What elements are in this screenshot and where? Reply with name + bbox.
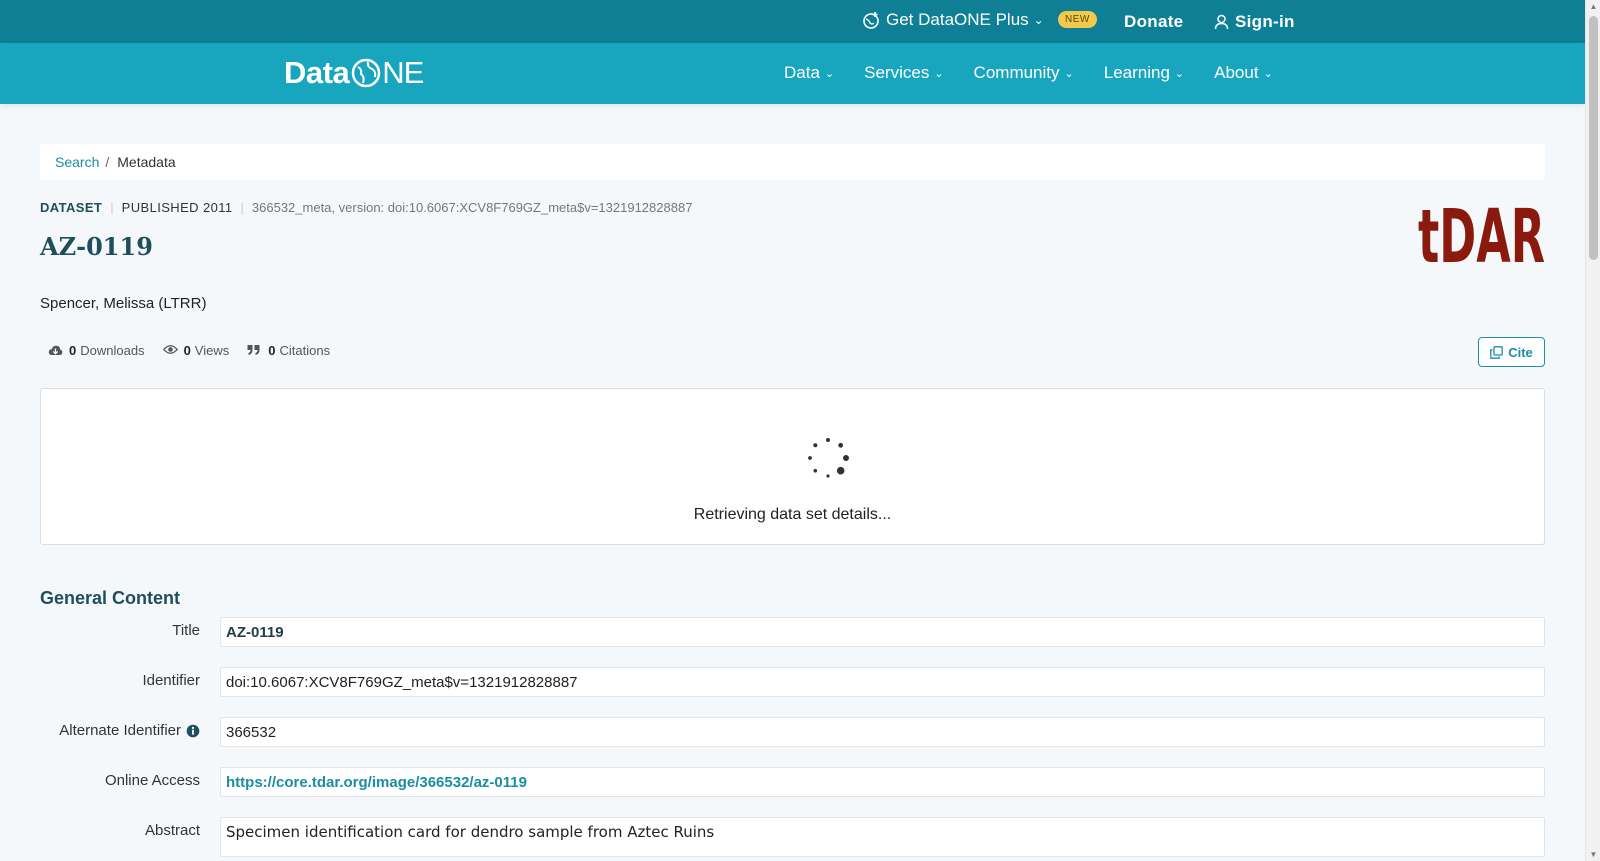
views-label: Views	[194, 343, 230, 358]
nav-label: Community	[973, 63, 1060, 82]
nav-label: About	[1214, 63, 1259, 82]
loading-panel: Retrieving data set details...	[40, 388, 1545, 545]
scroll-up-icon[interactable]: ▲	[1589, 2, 1598, 11]
tdar-logo-text: tDAR	[1418, 200, 1545, 268]
downloads-label: Downloads	[80, 343, 145, 358]
scrollbar-thumb[interactable]	[1589, 16, 1598, 260]
logo-text-data: Data	[284, 55, 350, 90]
chevron-down-icon: ⌄	[1064, 67, 1074, 80]
field-label: Identifier	[142, 672, 200, 689]
globe-plus-icon	[862, 11, 880, 29]
get-dataone-plus-label: Get DataONE Plus	[886, 10, 1029, 29]
nav-item-services[interactable]: Services ⌄	[864, 63, 943, 83]
loading-message: Retrieving data set details...	[693, 506, 892, 523]
breadcrumb-separator: /	[105, 154, 110, 170]
section-title-general-content: General Content	[40, 588, 181, 608]
loading-spinner-icon	[808, 438, 849, 478]
get-dataone-plus-menu[interactable]: Get DataONE Plus ⌄	[862, 10, 1044, 30]
dataset-author: Spencer, Melissa (LTRR)	[40, 295, 207, 312]
page-scrollbar[interactable]: ▲ ▼	[1585, 0, 1600, 861]
breadcrumb: Search / Metadata	[40, 144, 1545, 180]
sign-in-label: Sign-in	[1235, 12, 1295, 31]
citations-metric: 0 Citations	[247, 343, 330, 358]
new-badge: NEW	[1058, 11, 1097, 28]
field-label: Online Access	[104, 772, 200, 789]
metrics-bar: 0 Downloads 0 Views 0 Citations	[48, 343, 348, 358]
nav-label: Services	[864, 63, 930, 82]
divider: |	[110, 200, 114, 215]
field-value-title: AZ-0119	[220, 617, 1545, 647]
dataone-logo[interactable]: Data NE	[284, 55, 424, 91]
dataset-type: DATASET	[40, 200, 103, 215]
downloads-count: 0	[69, 343, 77, 358]
field-row-title: Title AZ-0119	[0, 617, 1545, 647]
field-value-alternate-identifier: 366532	[220, 717, 1545, 747]
citations-label: Citations	[279, 343, 331, 358]
chevron-down-icon: ⌄	[1174, 67, 1185, 80]
chevron-down-icon: ⌄	[824, 67, 835, 80]
dataset-meta-line: DATASET | PUBLISHED 2011 | 366532_meta, …	[40, 200, 692, 215]
breadcrumb-search-link[interactable]: Search	[55, 154, 99, 170]
views-metric: 0 Views	[162, 343, 230, 358]
field-label: Alternate Identifier	[59, 722, 181, 739]
field-label-wrap: Alternate Identifier	[59, 722, 200, 739]
field-value-abstract: Specimen identification card for dendro …	[220, 817, 1545, 857]
field-label: Abstract	[144, 822, 200, 839]
citations-count: 0	[268, 343, 276, 358]
cite-label: Cite	[1508, 344, 1533, 360]
donate-link[interactable]: Donate	[1124, 12, 1183, 32]
field-value-identifier: doi:10.6067:XCV8F769GZ_meta$v=1321912828…	[220, 667, 1545, 697]
cite-button[interactable]: Cite	[1478, 337, 1545, 367]
tdar-logo[interactable]: tDAR	[1418, 200, 1546, 268]
nav-menu: Data ⌄ Services ⌄ Community ⌄ Learning ⌄ Abo…	[784, 63, 1273, 83]
field-row-alternate-identifier: Alternate Identifier 366532	[0, 717, 1545, 747]
field-row-identifier: Identifier doi:10.6067:XCV8F769GZ_meta$v…	[0, 667, 1545, 697]
user-icon	[1214, 14, 1229, 30]
nav-item-community[interactable]: Community ⌄	[974, 63, 1074, 83]
downloads-metric: 0 Downloads	[48, 343, 145, 358]
divider: |	[240, 200, 244, 215]
scroll-down-icon[interactable]: ▼	[1589, 850, 1598, 859]
cloud-download-icon	[48, 344, 63, 358]
field-row-abstract: Abstract Specimen identification card fo…	[0, 817, 1545, 857]
eye-icon	[162, 344, 178, 358]
field-row-online-access: Online Access https://core.tdar.org/imag…	[0, 767, 1545, 797]
page-title: AZ-0119	[40, 232, 153, 261]
info-icon[interactable]	[186, 724, 200, 738]
field-label: Title	[172, 622, 200, 639]
chevron-down-icon: ⌄	[934, 67, 944, 80]
nav-item-learning[interactable]: Learning ⌄	[1104, 63, 1184, 83]
nav-label: Learning	[1103, 63, 1170, 82]
nav-label: Data	[784, 63, 820, 82]
sign-in-link[interactable]: Sign-in	[1214, 12, 1295, 32]
nav-item-about[interactable]: About ⌄	[1214, 63, 1273, 83]
nav-item-data[interactable]: Data ⌄	[784, 63, 834, 83]
version-id: 366532_meta, version: doi:10.6067:XCV8F7…	[251, 200, 693, 215]
chevron-down-icon: ⌄	[1033, 13, 1044, 27]
top-bar: Get DataONE Plus ⌄ NEW Donate Sign-in	[0, 0, 1585, 43]
chevron-down-icon: ⌄	[1263, 67, 1273, 80]
main-nav: Data NE Data ⌄ Services ⌄ Community ⌄ Learn…	[0, 43, 1585, 104]
views-count: 0	[183, 343, 191, 358]
published-year: PUBLISHED 2011	[121, 200, 233, 215]
breadcrumb-current: Metadata	[117, 154, 176, 170]
globe-icon	[351, 58, 381, 88]
field-value-online-access-link[interactable]: https://core.tdar.org/image/366532/az-01…	[220, 767, 1545, 797]
quote-icon	[247, 344, 262, 358]
copy-icon	[1490, 345, 1504, 359]
logo-text-one: NE	[382, 55, 424, 90]
